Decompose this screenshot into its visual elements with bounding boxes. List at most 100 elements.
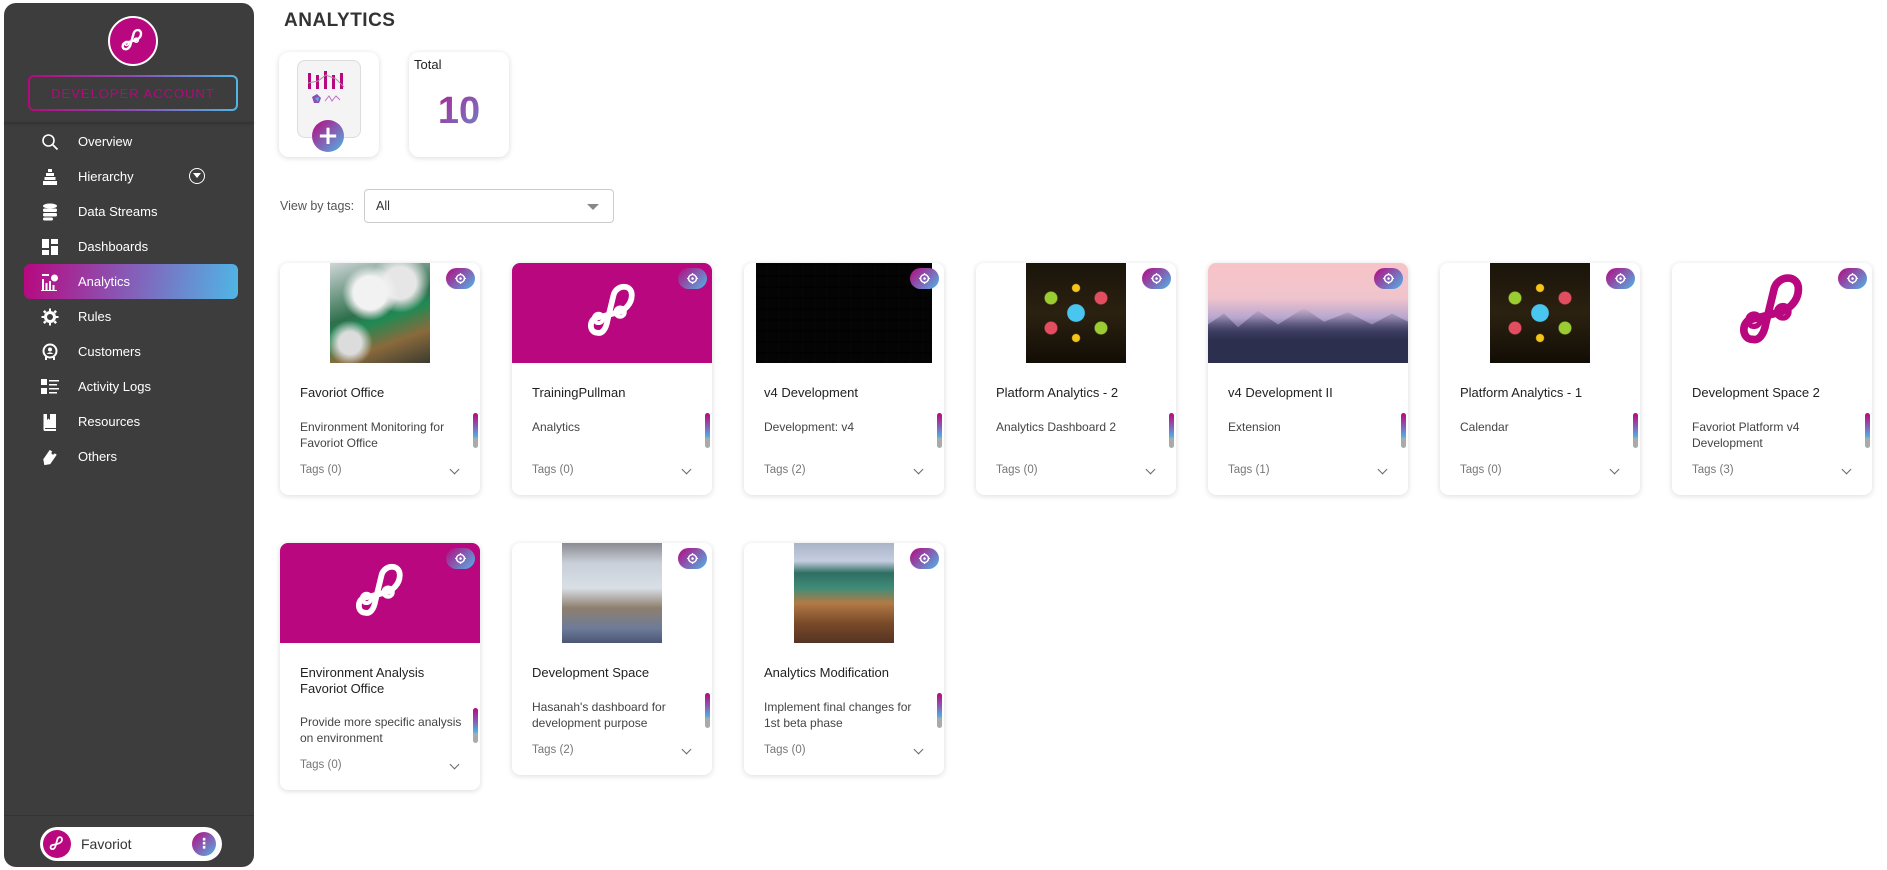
sidebar-item-label: Rules — [78, 309, 112, 324]
card-tags-label[interactable]: Tags (2) — [532, 744, 574, 756]
analytics-card[interactable]: Platform Analytics - 2 Analytics Dashboar… — [976, 263, 1176, 495]
list-icon — [40, 377, 60, 397]
description-scrollbar[interactable] — [473, 708, 478, 743]
favoriot-logo-icon — [49, 836, 63, 850]
analytics-card[interactable]: Development Space Hasanah's dashboard for… — [512, 543, 712, 775]
card-settings-button[interactable] — [678, 548, 707, 569]
gear-icon — [40, 307, 60, 327]
description-scrollbar[interactable] — [937, 413, 942, 448]
sidebar-item-overview[interactable]: Overview — [24, 124, 238, 159]
card-title: v4 Development — [764, 385, 858, 400]
card-tags-label[interactable]: Tags (3) — [1692, 464, 1734, 476]
card-settings-button[interactable] — [446, 268, 475, 289]
card-tags-label[interactable]: Tags (1) — [1228, 464, 1270, 476]
chevron-down-icon[interactable] — [1609, 464, 1620, 475]
database-icon — [40, 202, 60, 222]
card-title: Favoriot Office — [300, 385, 385, 400]
chevron-down-icon[interactable] — [449, 759, 460, 770]
total-label: Total — [414, 57, 442, 72]
card-settings-button[interactable] — [1838, 268, 1867, 289]
chevron-down-icon[interactable] — [449, 464, 460, 475]
sidebar-item-rules[interactable]: Rules — [24, 299, 238, 334]
chevron-down-icon[interactable] — [1841, 464, 1852, 475]
analytics-card[interactable]: Development Space 2 Favoriot Platform v4 … — [1672, 263, 1872, 495]
chevron-down-icon[interactable] — [1145, 464, 1156, 475]
card-settings-button[interactable] — [678, 268, 707, 289]
analytics-card[interactable]: Favoriot Office Environment Monitoring fo… — [280, 263, 480, 495]
sidebar-item-label: Activity Logs — [78, 379, 151, 394]
gear-icon — [455, 553, 466, 564]
analytics-card[interactable]: Platform Analytics - 1 Calendar Tags (0) — [1440, 263, 1640, 495]
analytics-card[interactable]: v4 Development Development: v4 Tags (2) — [744, 263, 944, 495]
analytics-card[interactable]: Analytics Modification Implement final ch… — [744, 543, 944, 775]
card-settings-button[interactable] — [910, 548, 939, 569]
sidebar-item-others[interactable]: Others — [24, 439, 238, 474]
chevron-down-icon[interactable] — [1377, 464, 1388, 475]
dashboard-icon — [40, 237, 60, 257]
description-scrollbar[interactable] — [937, 693, 942, 728]
user-profile[interactable]: Favoriot ⋮ — [40, 827, 222, 861]
card-title: Environment Analysis Favoriot Office — [300, 665, 425, 696]
card-description: Extension — [1228, 420, 1281, 434]
description-scrollbar[interactable] — [705, 693, 710, 728]
kebab-menu-icon[interactable]: ⋮ — [192, 832, 216, 856]
description-scrollbar[interactable] — [1169, 413, 1174, 448]
sidebar-item-label: Resources — [78, 414, 141, 429]
card-tags-label[interactable]: Tags (0) — [300, 759, 342, 771]
sidebar-item-dashboards[interactable]: Dashboards — [24, 229, 238, 264]
description-scrollbar[interactable] — [1401, 413, 1406, 448]
sidebar-item-hierarchy[interactable]: Hierarchy — [24, 159, 238, 194]
favoriot-logo-icon — [1740, 274, 1803, 344]
card-tags-label[interactable]: Tags (2) — [764, 464, 806, 476]
card-description: Hasanah's dashboard for development purp… — [532, 700, 666, 730]
card-settings-button[interactable] — [910, 268, 939, 289]
sidebar-item-data-streams[interactable]: Data Streams — [24, 194, 238, 229]
card-title: Platform Analytics - 1 — [1460, 385, 1583, 400]
sidebar-item-label: Others — [78, 449, 118, 464]
chevron-down-icon[interactable] — [189, 168, 205, 184]
chevron-down-icon[interactable] — [913, 464, 924, 475]
favoriot-logo[interactable] — [108, 16, 158, 66]
analytics-card[interactable]: Environment Analysis Favoriot Office Prov… — [280, 543, 480, 790]
card-tags-label[interactable]: Tags (0) — [996, 464, 1038, 476]
card-thumbnail — [330, 263, 430, 363]
filter-label: View by tags: — [280, 199, 355, 213]
card-description: Development: v4 — [764, 420, 855, 434]
description-scrollbar[interactable] — [705, 413, 710, 448]
gear-icon — [1383, 273, 1394, 284]
gear-icon — [455, 273, 466, 284]
card-thumbnail — [794, 543, 894, 643]
chevron-down-icon[interactable] — [913, 744, 924, 755]
tag-filter-select[interactable]: All — [364, 189, 614, 223]
dropdown-caret-icon — [587, 204, 599, 210]
analytics-card[interactable]: v4 Development II Extension Tags (1) — [1208, 263, 1408, 495]
gear-icon — [1847, 273, 1858, 284]
gear-icon — [919, 553, 930, 564]
description-scrollbar[interactable] — [1865, 413, 1870, 448]
sidebar-divider — [4, 122, 254, 123]
total-value: 10 — [409, 90, 509, 133]
chevron-down-icon[interactable] — [681, 744, 692, 755]
card-settings-button[interactable] — [446, 548, 475, 569]
card-tags-label[interactable]: Tags (0) — [764, 744, 806, 756]
analytics-card[interactable]: TrainingPullman Analytics Tags (0) — [512, 263, 712, 495]
card-tags-label[interactable]: Tags (0) — [300, 464, 342, 476]
description-scrollbar[interactable] — [473, 413, 478, 448]
sidebar-item-activity-logs[interactable]: Activity Logs — [24, 369, 238, 404]
sidebar-item-customers[interactable]: Customers — [24, 334, 238, 369]
card-tags-label[interactable]: Tags (0) — [532, 464, 574, 476]
card-settings-button[interactable] — [1606, 268, 1635, 289]
sidebar-item-analytics[interactable]: Analytics — [24, 264, 238, 299]
description-scrollbar[interactable] — [1633, 413, 1638, 448]
tag-icon — [40, 447, 60, 467]
page-title: ANALYTICS — [284, 10, 396, 31]
sidebar-divider — [4, 815, 254, 816]
customer-icon — [40, 342, 60, 362]
developer-account-button[interactable]: DEVELOPER ACCOUNT — [28, 75, 238, 111]
card-settings-button[interactable] — [1142, 268, 1171, 289]
chevron-down-icon[interactable] — [681, 464, 692, 475]
add-analytics-button[interactable]: + — [279, 52, 379, 157]
card-tags-label[interactable]: Tags (0) — [1460, 464, 1502, 476]
card-settings-button[interactable] — [1374, 268, 1403, 289]
sidebar-item-resources[interactable]: Resources — [24, 404, 238, 439]
